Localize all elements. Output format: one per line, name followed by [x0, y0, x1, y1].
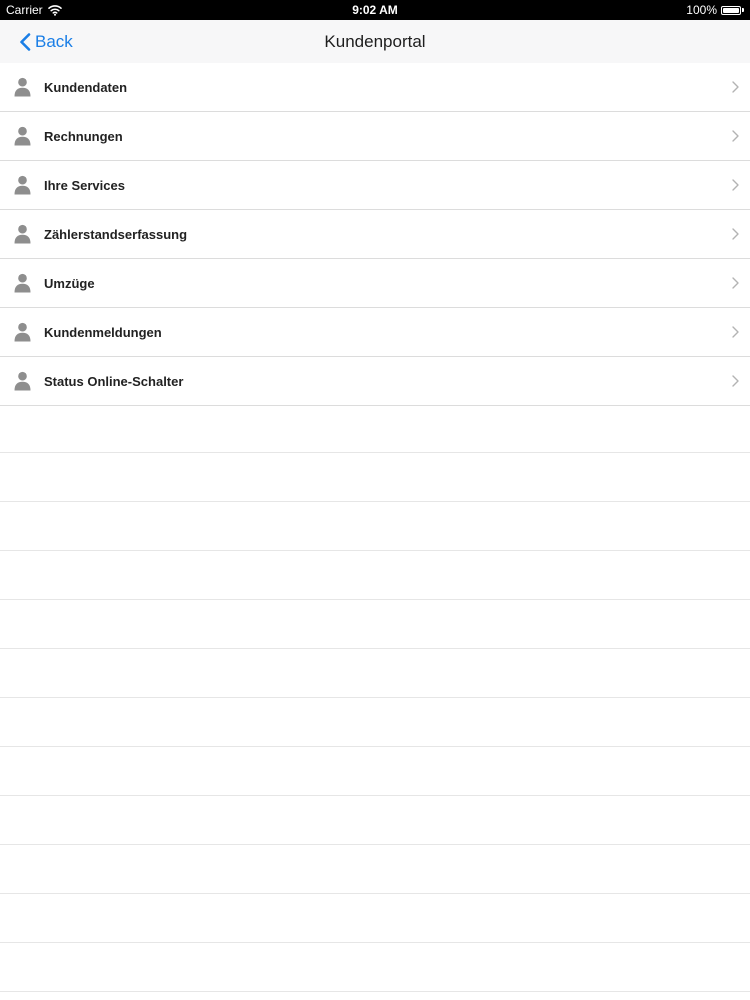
- empty-row: [0, 551, 750, 600]
- back-label: Back: [35, 31, 73, 51]
- chevron-right-icon: [732, 277, 739, 289]
- menu-item-label: Kundendaten: [44, 79, 128, 95]
- person-icon: [14, 175, 31, 195]
- status-time: 9:02 AM: [352, 3, 398, 17]
- person-icon: [14, 224, 31, 244]
- empty-row: [0, 649, 750, 698]
- chevron-left-icon: [20, 32, 31, 51]
- empty-row: [0, 845, 750, 894]
- battery-percent: 100%: [686, 3, 717, 17]
- menu-item-label: Kundenmeldungen: [44, 324, 162, 340]
- menu-item[interactable]: Umzüge: [0, 259, 750, 308]
- person-icon: [14, 126, 31, 146]
- menu-list: Kundendaten Rechnungen Ihre Services Zähler…: [0, 63, 750, 406]
- empty-row: [0, 502, 750, 551]
- page-title: Kundenportal: [324, 32, 426, 51]
- empty-row: [0, 747, 750, 796]
- menu-item[interactable]: Zählerstandserfassung: [0, 210, 750, 259]
- chevron-right-icon: [732, 179, 739, 191]
- battery-fill: [723, 7, 739, 13]
- person-icon: [14, 77, 31, 97]
- menu-item[interactable]: Rechnungen: [0, 112, 750, 161]
- status-bar: Carrier 9:02 AM 100%: [0, 0, 750, 20]
- person-icon: [14, 273, 31, 293]
- screen: Carrier 9:02 AM 100% Back Kundenportal K…: [0, 0, 750, 1000]
- empty-row: [0, 453, 750, 502]
- empty-row: [0, 894, 750, 943]
- navigation-bar: Back Kundenportal: [0, 20, 750, 63]
- empty-row: [0, 404, 750, 453]
- empty-row: [0, 698, 750, 747]
- empty-table-area: [0, 404, 750, 992]
- menu-item-label: Ihre Services: [44, 177, 125, 193]
- menu-item[interactable]: Kundendaten: [0, 63, 750, 112]
- chevron-right-icon: [732, 375, 739, 387]
- chevron-right-icon: [732, 130, 739, 142]
- menu-item[interactable]: Status Online-Schalter: [0, 357, 750, 406]
- menu-item-label: Status Online-Schalter: [44, 373, 184, 389]
- empty-row: [0, 796, 750, 845]
- empty-row: [0, 943, 750, 992]
- menu-item-label: Zählerstandserfassung: [44, 226, 188, 242]
- menu-item-label: Umzüge: [44, 275, 95, 291]
- menu-item[interactable]: Kundenmeldungen: [0, 308, 750, 357]
- chevron-right-icon: [732, 81, 739, 93]
- person-icon: [14, 371, 31, 391]
- menu-item[interactable]: Ihre Services: [0, 161, 750, 210]
- chevron-right-icon: [732, 326, 739, 338]
- menu-item-label: Rechnungen: [44, 128, 123, 144]
- back-button[interactable]: Back: [19, 20, 73, 63]
- battery: 100%: [686, 3, 745, 17]
- chevron-right-icon: [732, 228, 739, 240]
- empty-row: [0, 600, 750, 649]
- person-icon: [14, 322, 31, 342]
- battery-icon: [721, 5, 745, 16]
